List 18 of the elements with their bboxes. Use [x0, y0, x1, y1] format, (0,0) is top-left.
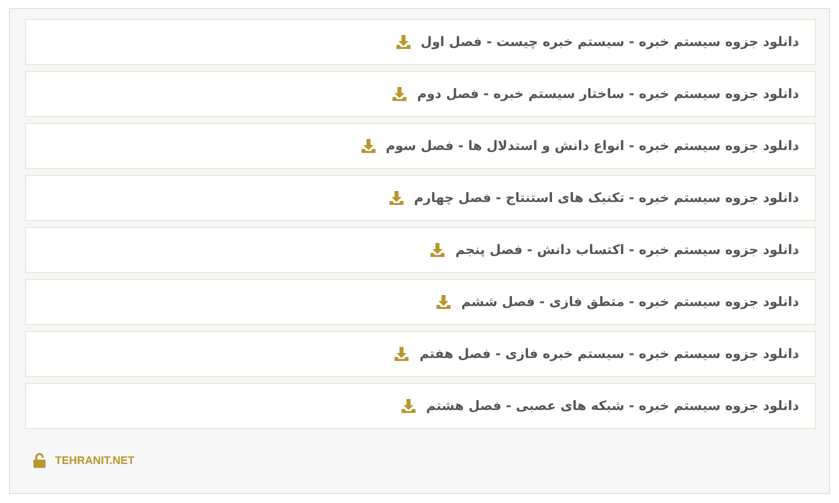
download-link[interactable]: دانلود جزوه سیستم خبره - ساختار سیستم خبره - فصل دوم — [25, 71, 816, 117]
download-link[interactable]: دانلود جزوه سیستم خبره - انواع دانش و استدلال ها - فصل سوم — [25, 123, 816, 169]
download-icon — [360, 138, 377, 154]
download-icon — [393, 346, 410, 362]
download-link[interactable]: دانلود جزوه سیستم خبره - سیستم خبره فازی - فصل هفتم — [25, 331, 816, 377]
download-link[interactable]: دانلود جزوه سیستم خبره - متطق فازی - فصل ششم — [25, 279, 816, 325]
download-icon — [391, 86, 408, 102]
download-icon — [394, 34, 412, 50]
download-icon — [400, 398, 418, 414]
download-link[interactable]: دانلود جزوه سیستم خبره - شبکه های عصبی - فصل هشتم — [25, 383, 816, 429]
site-name: TEHRANIT.NET — [55, 454, 134, 466]
download-link[interactable]: دانلود جزوه سیستم خبره - تکنیک های استنتاج - فصل چهارم — [25, 175, 816, 221]
download-link[interactable]: دانلود جزوه سیستم خبره - اکتساب دانش - فصل پنجم — [25, 227, 816, 273]
download-icon — [435, 294, 452, 310]
unlocked-padlock-icon — [33, 453, 46, 468]
download-icon — [388, 190, 405, 206]
download-icon — [429, 242, 446, 258]
download-link[interactable]: دانلود جزوه سیستم خبره - سیستم خبره چیست - فصل اول — [25, 19, 816, 65]
